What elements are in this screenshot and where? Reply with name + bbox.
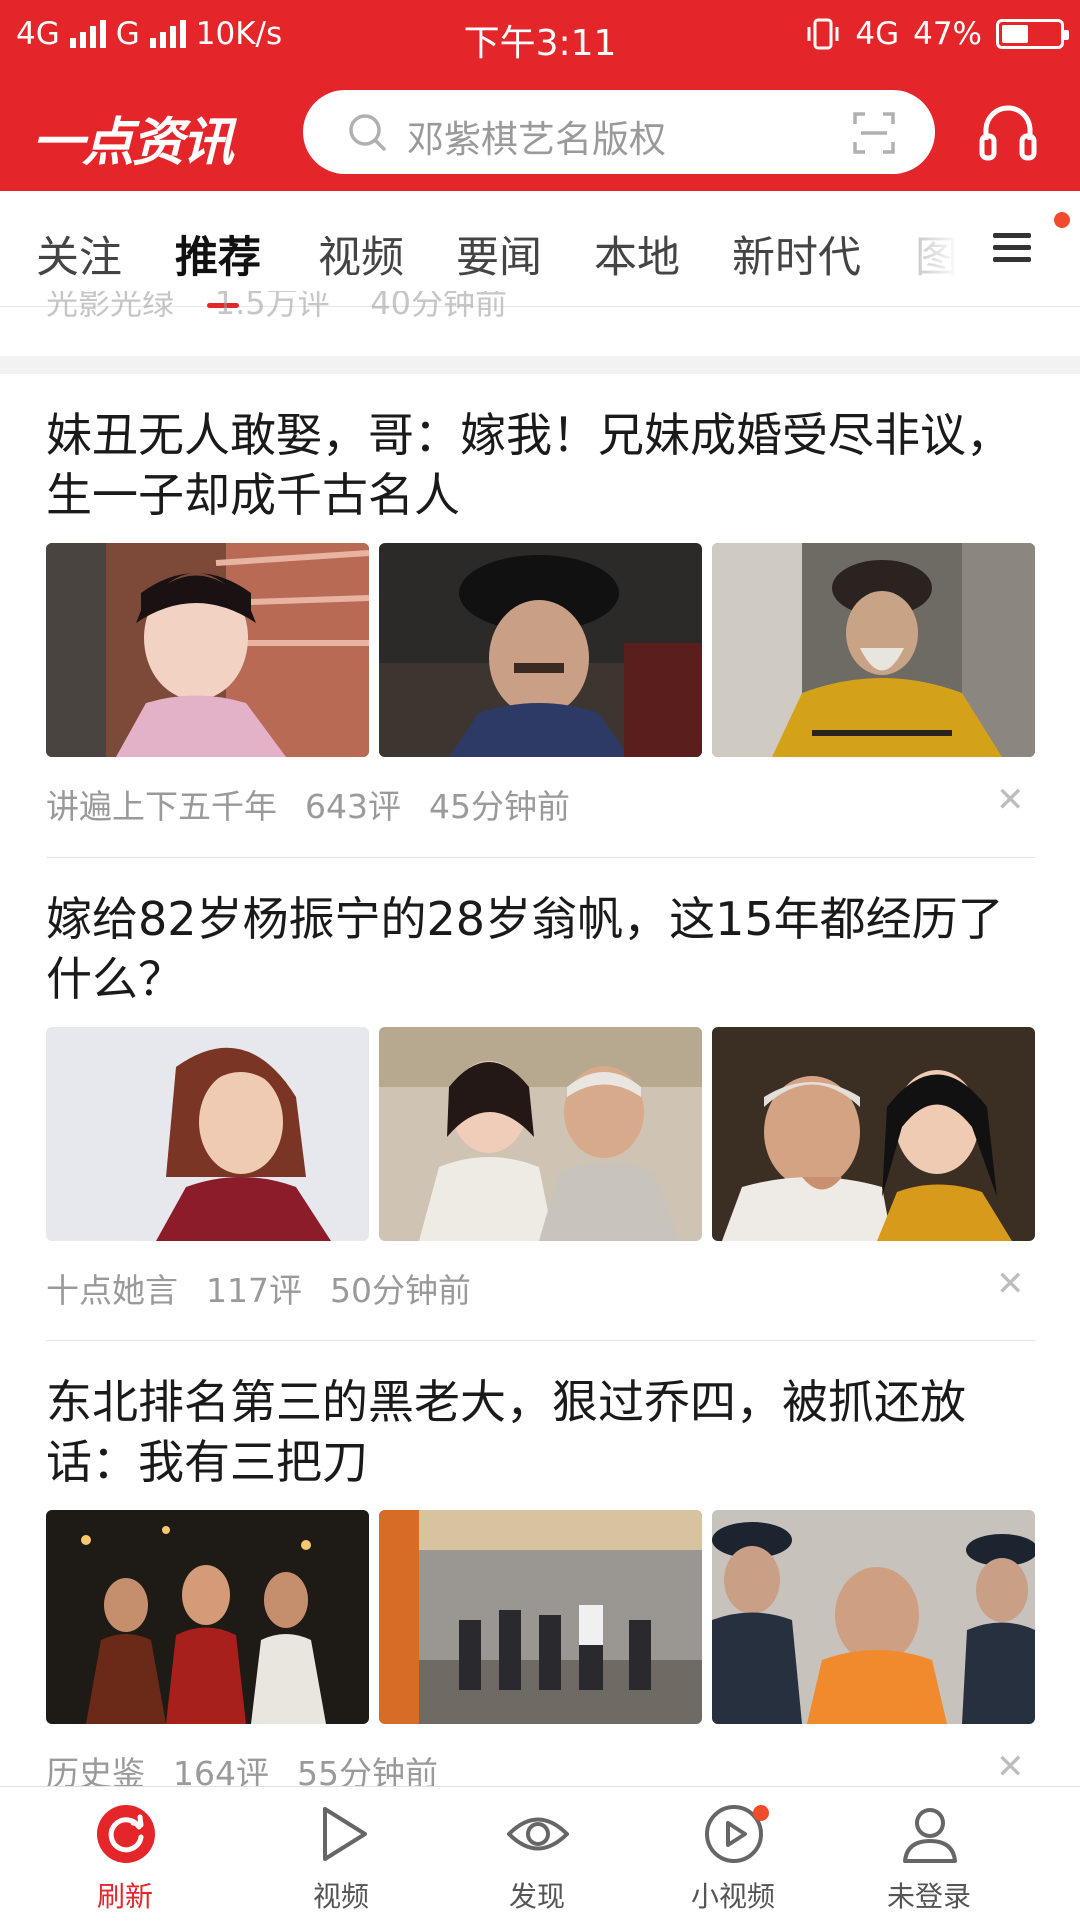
tab-video[interactable]: 视频 [318,223,404,285]
tabs-fade [915,191,960,306]
nav-label: 发现 [508,1880,565,1913]
feed-separator [0,356,1080,374]
nav-video[interactable]: 视频 [261,1787,421,1921]
bottom-navigation: 刷新 视频 发现 小视频 未登录 [0,1786,1080,1921]
thumbnail-image[interactable] [379,1510,702,1724]
tab-follow[interactable]: 关注 [36,223,122,285]
article-time: 50分钟前 [330,1271,471,1310]
eye-icon [507,1817,569,1851]
channel-tabs: 关注 推荐 视频 要闻 本地 新时代 图 [0,191,1080,307]
article-meta: 十点她言 117评 50分钟前 [46,1264,471,1312]
battery-icon [996,19,1069,49]
headphone-icon[interactable] [978,100,1038,162]
nav-account[interactable]: 未登录 [849,1787,1009,1921]
divider [46,857,1035,858]
thumbnail-image[interactable] [712,1027,1035,1241]
nav-label: 视频 [312,1880,369,1913]
nav-discover[interactable]: 发现 [457,1787,617,1921]
search-icon [349,114,386,151]
thumbnail-image[interactable] [46,1027,369,1241]
thumbnail-image[interactable] [712,543,1035,757]
thumbnail-image[interactable] [46,1510,369,1724]
nav-mini-video[interactable]: 小视频 [653,1787,813,1921]
article-comments: 117评 [206,1271,302,1310]
thumbnail-row[interactable] [46,1027,1035,1241]
thumbnail-image[interactable] [712,1510,1035,1724]
status-bar: 4G G 10K/s 下午3:11 4G 47% [0,0,1080,75]
article-comments: 643评 [305,787,401,826]
thumbnail-image[interactable] [379,543,702,757]
battery-fill [1002,25,1029,43]
app-header: 4G G 10K/s 下午3:11 4G 47% 一点资讯 邓紫棋艺名版权 [0,0,1080,191]
tab-recommend[interactable]: 推荐 [175,223,261,285]
search-bar[interactable]: 邓紫棋艺名版权 [303,90,935,174]
tab-headlines[interactable]: 要闻 [456,223,542,285]
search-placeholder: 邓紫棋艺名版权 [407,118,666,161]
menu-badge-dot [1054,212,1070,228]
nav-refresh[interactable]: 刷新 [45,1787,205,1921]
dismiss-icon[interactable]: ✕ [996,780,1025,820]
article-title[interactable]: 妹丑无人敢娶，哥：嫁我！兄妹成婚受尽非议，生一子却成千古名人 [46,405,1036,525]
scan-icon[interactable] [853,112,895,154]
dismiss-icon[interactable]: ✕ [996,1264,1025,1304]
article-time: 45分钟前 [429,787,570,826]
menu-icon[interactable] [993,231,1031,265]
battery-percent: 47% [913,16,982,52]
thumbnail-image[interactable] [379,1027,702,1241]
refresh-icon [97,1805,155,1863]
divider [46,1340,1035,1341]
article-meta: 讲遍上下五千年 643评 45分钟前 [46,780,570,828]
tab-local[interactable]: 本地 [594,223,680,285]
dismiss-icon[interactable]: ✕ [996,1747,1025,1787]
network-label-4g-right: 4G [855,16,900,52]
mini-video-badge-dot [753,1805,769,1821]
nav-label: 未登录 [886,1880,971,1913]
app-logo[interactable]: 一点资讯 [32,100,234,175]
article-source[interactable]: 讲遍上下五千年 [46,780,277,828]
status-right: 4G 47% [805,16,1069,52]
article-title[interactable]: 东北排名第三的黑老大，狠过乔四，被抓还放话：我有三把刀 [46,1372,1036,1492]
article-title[interactable]: 嫁给82岁杨振宁的28岁翁帆，这15年都经历了什么？ [46,889,1036,1009]
vibrate-icon [807,18,839,50]
thumbnail-image[interactable] [46,543,369,757]
thumbnail-row[interactable] [46,1510,1035,1724]
article-source[interactable]: 十点她言 [46,1264,178,1312]
nav-label: 小视频 [690,1880,775,1913]
user-icon [903,1808,957,1863]
play-icon [323,1807,367,1861]
tab-new-era[interactable]: 新时代 [732,223,861,285]
thumbnail-row[interactable] [46,543,1035,757]
nav-label: 刷新 [96,1880,153,1913]
